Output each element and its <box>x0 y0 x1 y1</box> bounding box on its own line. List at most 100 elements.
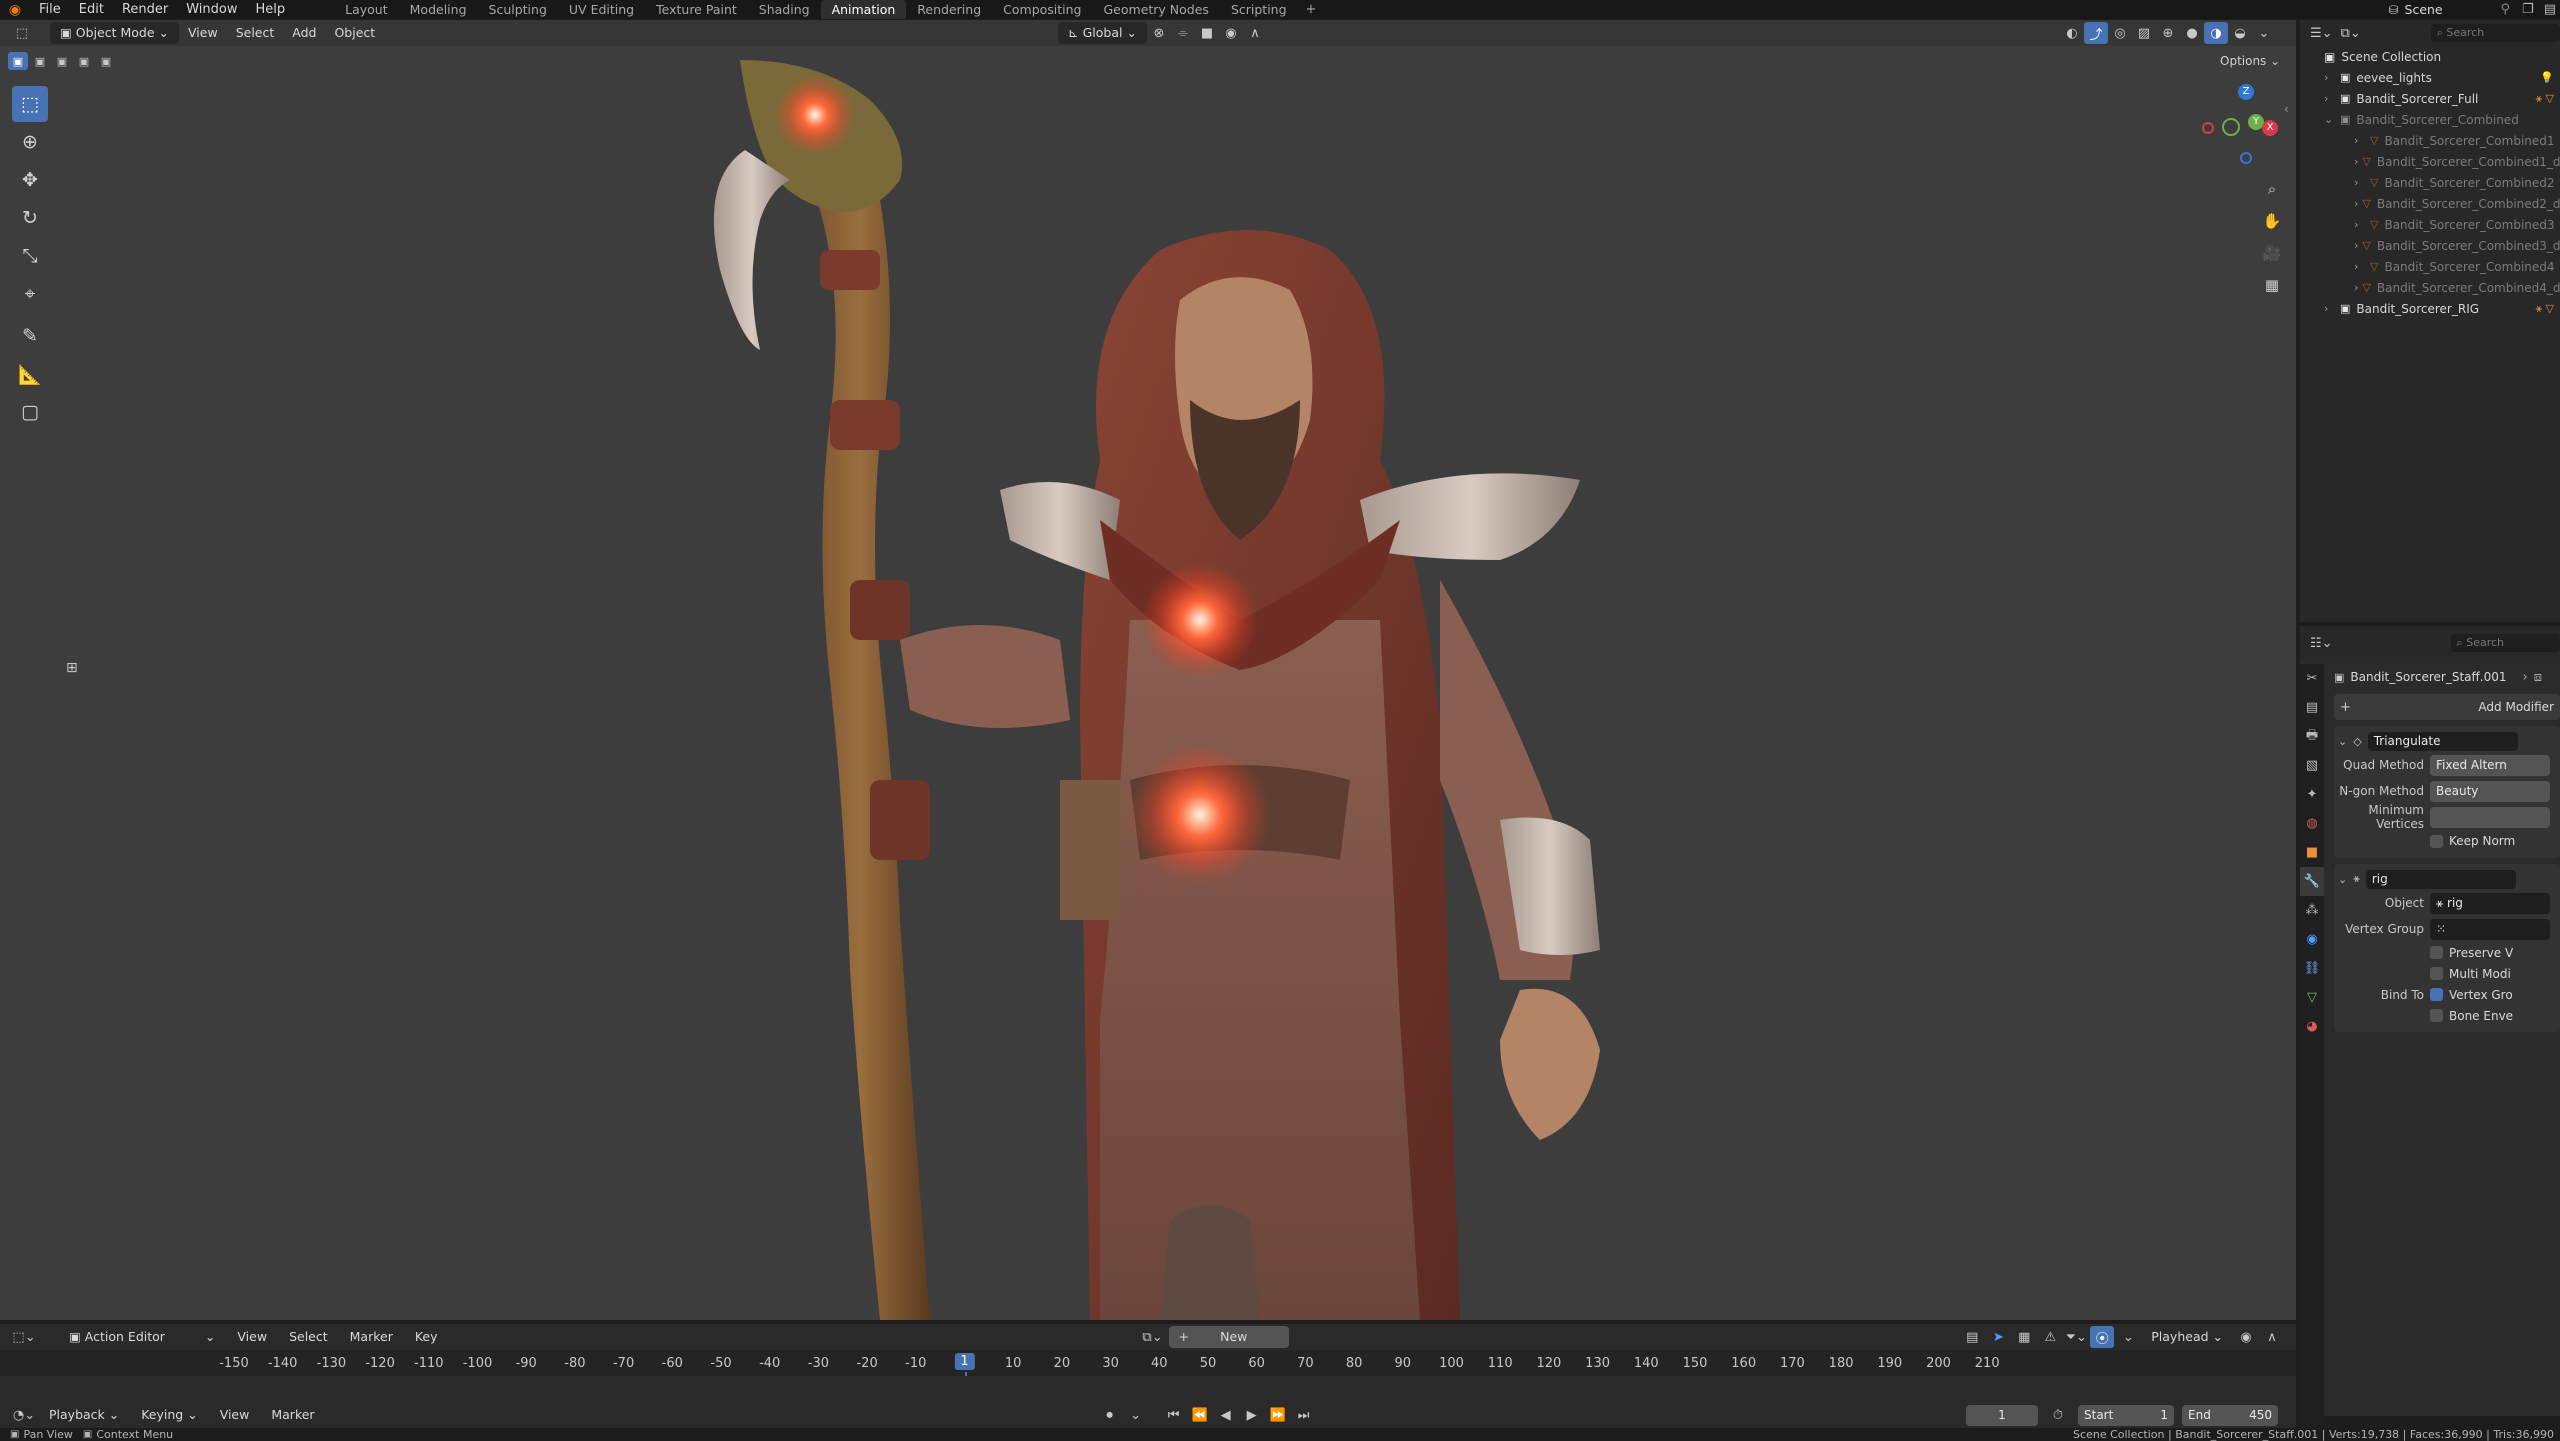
wireframe-shading-icon[interactable]: ⊕ <box>2156 22 2180 44</box>
select-intersect-icon[interactable]: ▣ <box>96 52 116 70</box>
current-frame-indicator[interactable]: 1 <box>954 1353 975 1370</box>
menu-render[interactable]: Render <box>113 0 177 19</box>
select-new-icon[interactable]: ▣ <box>8 52 28 70</box>
orientation-dropdown[interactable]: ⊾ Global ⌄ <box>1058 22 1147 44</box>
world-tab-icon[interactable]: ◍ <box>2300 809 2324 838</box>
outliner-item[interactable]: › ▣ eevee_lights 💡 <box>2300 67 2560 88</box>
gizmo-z-axis[interactable]: Z <box>2238 84 2254 100</box>
gizmo-y-axis[interactable] <box>2222 118 2240 136</box>
bind-to-row[interactable]: Bind To Vertex Gro <box>2334 984 2560 1005</box>
workspace-tab-texture-paint[interactable]: Texture Paint <box>645 0 748 19</box>
outliner-item[interactable]: › ▽ Bandit_Sorcerer_Combined2_d <box>2300 193 2560 214</box>
menu-file[interactable]: File <box>30 0 70 19</box>
chevron-right-icon[interactable]: › <box>2354 260 2366 273</box>
action-editor-mode[interactable]: ▣ Action Editor ⌄ <box>60 1326 224 1348</box>
bone-envelopes-checkbox[interactable] <box>2430 1009 2443 1022</box>
keying-menu[interactable]: Keying ⌄ <box>132 1404 206 1426</box>
filter-icon[interactable]: ⏷⌄ <box>2064 1326 2088 1348</box>
add-workspace-icon[interactable]: + <box>1298 2 1325 17</box>
snap-options-icon[interactable]: ⌄ <box>2116 1326 2140 1348</box>
armature-header[interactable]: ⌄ ⚹ rig <box>2334 868 2560 890</box>
scene-collection-row[interactable]: ▣ Scene Collection <box>2300 46 2560 67</box>
jump-end-icon[interactable]: ⏭ <box>1292 1404 1316 1426</box>
cursor-tool-icon[interactable]: ⊕ <box>12 124 48 160</box>
playhead-snap-dropdown[interactable]: Playhead ⌄ <box>2142 1326 2232 1348</box>
chevron-right-icon[interactable]: › <box>2324 302 2336 315</box>
pan-hand-icon[interactable]: ✋ <box>2258 206 2286 236</box>
proportional-edit-icon[interactable]: ◉ <box>1219 22 1243 44</box>
prev-keyframe-icon[interactable]: ⏪ <box>1188 1404 1212 1426</box>
display-mode-icon[interactable]: ⧉⌄ <box>2341 26 2361 41</box>
outliner-item[interactable]: › ▽ Bandit_Sorcerer_Combined3_d <box>2300 235 2560 256</box>
outliner-editor-icon[interactable]: ☰⌄ <box>2310 26 2333 41</box>
viewport-menu-select[interactable]: Select <box>227 22 284 44</box>
select-subtract-icon[interactable]: ▣ <box>52 52 72 70</box>
current-frame-field[interactable]: 1 <box>1966 1404 2038 1426</box>
falloff-icon[interactable]: ∧ <box>1243 22 1267 44</box>
scene-tab-icon[interactable]: ✦ <box>2300 780 2324 809</box>
show-hidden-icon[interactable]: ▦ <box>2012 1326 2036 1348</box>
multi-modifier-row[interactable]: Multi Modi <box>2334 963 2560 984</box>
armature-name-field[interactable]: rig <box>2365 869 2516 889</box>
menu-help[interactable]: Help <box>247 0 295 19</box>
gizmo-toggle-icon[interactable]: ⤴ <box>2084 22 2108 44</box>
outliner-item[interactable]: ⌄ ▣ Bandit_Sorcerer_Combined <box>2300 109 2560 130</box>
tool-tab-icon[interactable]: ✂ <box>2300 664 2324 693</box>
armature-object-field[interactable]: ⚹ rig <box>2430 892 2550 914</box>
chevron-down-icon[interactable]: ⌄ <box>2338 873 2347 886</box>
workspace-tab-sculpting[interactable]: Sculpting <box>478 0 558 19</box>
chevron-right-icon[interactable]: › <box>2324 92 2336 105</box>
workspace-tab-modeling[interactable]: Modeling <box>399 0 478 19</box>
scale-tool-icon[interactable]: ⤡ <box>12 238 48 274</box>
workspace-tab-animation[interactable]: Animation <box>820 0 907 19</box>
add-cube-tool-icon[interactable]: ▢ <box>12 394 48 430</box>
overlay-icon[interactable]: ◎ <box>2108 22 2132 44</box>
pivot-icon[interactable]: ⊗ <box>1147 22 1171 44</box>
select-box-tool-icon[interactable]: ⬚ <box>12 86 48 122</box>
outliner-item[interactable]: › ▽ Bandit_Sorcerer_Combined1_d <box>2300 151 2560 172</box>
action-menu-view[interactable]: View <box>228 1326 276 1348</box>
timeline-ruler[interactable]: -150 -140 -130 -120 -110 -100 -90 -80 -70 -60 -50 -… <box>0 1350 2296 1404</box>
workspace-tab-layout[interactable]: Layout <box>334 0 399 19</box>
select-difference-icon[interactable]: ▣ <box>74 52 94 70</box>
solid-shading-icon[interactable]: ● <box>2180 22 2204 44</box>
sidebar-toggle-icon[interactable]: ‹ <box>2284 102 2289 116</box>
min-vertices-field[interactable] <box>2430 806 2550 828</box>
timeline-menu-view[interactable]: View <box>211 1404 259 1426</box>
chevron-right-icon[interactable]: › <box>2354 281 2358 294</box>
scene-selector[interactable]: ⛁ Scene ⚲ ❐ ▤ <box>2382 0 2560 19</box>
vertex-group-field[interactable]: ⁙ <box>2430 918 2550 940</box>
camera-view-icon[interactable]: 🎥 <box>2258 238 2286 268</box>
add-modifier-button[interactable]: + Add Modifier <box>2334 694 2560 720</box>
properties-editor-icon[interactable]: ☷⌄ <box>2310 636 2333 651</box>
keep-normals-checkbox[interactable] <box>2430 834 2443 848</box>
end-frame-field[interactable]: End 450 <box>2182 1404 2278 1426</box>
timeline-menu-marker[interactable]: Marker <box>262 1404 323 1426</box>
preserve-volume-row[interactable]: Preserve V <box>2334 942 2560 963</box>
new-scene-icon[interactable]: ❐ <box>2516 2 2540 17</box>
preview-range-icon[interactable]: ⏱ <box>2046 1404 2070 1426</box>
chevron-right-icon[interactable]: › <box>2354 218 2366 231</box>
physics-tab-icon[interactable]: ◉ <box>2300 925 2324 954</box>
snap-icon[interactable]: ⌯ <box>1171 22 1195 44</box>
outliner-item[interactable]: › ▣ Bandit_Sorcerer_RIG ⚹ ▽ <box>2300 298 2560 319</box>
pin-icon[interactable]: ⚲ <box>2495 2 2517 17</box>
perspective-toggle-icon[interactable]: ▦ <box>2258 270 2286 300</box>
outliner-search-input[interactable]: ⌕ Search <box>2430 24 2560 42</box>
action-menu-key[interactable]: Key <box>406 1326 447 1348</box>
object-tab-icon[interactable]: ■ <box>2300 838 2324 867</box>
navigation-gizmo[interactable]: Z Y X <box>2196 82 2296 182</box>
falloff-icon[interactable]: ∧ <box>2260 1326 2284 1348</box>
quad-method-dropdown[interactable]: Fixed Altern <box>2430 754 2550 776</box>
viewport-menu-object[interactable]: Object <box>325 22 384 44</box>
modifier-tab-icon[interactable]: 🔧 <box>2300 867 2324 896</box>
options-dropdown[interactable]: Options ⌄ <box>2220 54 2280 68</box>
shading-options-icon[interactable]: ⌄ <box>2252 22 2276 44</box>
gizmo-x-axis[interactable]: X <box>2262 120 2278 136</box>
workspace-tab-shading[interactable]: Shading <box>748 0 821 19</box>
auto-keying-icon[interactable]: ⏺ <box>1098 1404 1122 1426</box>
properties-search-input[interactable]: ⌕ Search <box>2450 634 2560 652</box>
3d-viewport[interactable]: ⬚ ▣ Object Mode ⌄ View Select Add Object… <box>0 20 2296 1320</box>
annotate-tool-icon[interactable]: ✎ <box>12 318 48 354</box>
data-tab-icon[interactable]: ▽ <box>2300 983 2324 1012</box>
